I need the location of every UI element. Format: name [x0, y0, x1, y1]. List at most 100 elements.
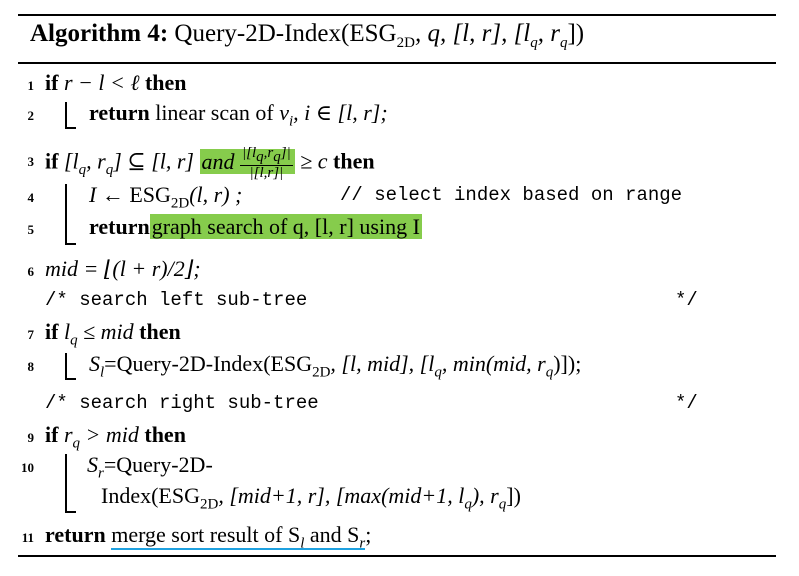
- range-fraction: |[lq,rq]| |[l ,r ]|: [240, 146, 293, 181]
- caption-params-end: ]): [567, 20, 585, 47]
- line-number: 3: [27, 154, 35, 169]
- call-start: =Query-2D-: [103, 452, 213, 477]
- num-part: |[l: [242, 145, 257, 161]
- line-9-text: if rq > mid then: [45, 422, 186, 452]
- num-end: ]|: [280, 145, 291, 161]
- call-q-sub: q: [464, 496, 472, 513]
- line-number: 1: [27, 78, 35, 93]
- kw-then: then: [144, 70, 187, 95]
- line-11-text: return merge sort result of Sl and Sr;: [45, 522, 371, 552]
- highlight-graph-search: graph search of q, [l, r] using I: [149, 214, 422, 239]
- call-args: , [l, mid], [l: [330, 351, 435, 376]
- comment-close: */: [675, 289, 698, 311]
- line-number: 7: [27, 327, 35, 342]
- line-8-text: Sl=Query-2D-Index(ESG2D, [l, mid], [lq, …: [89, 351, 581, 381]
- comment-left-subtree: /* search left sub-tree: [45, 289, 308, 311]
- line-2-body: linear scan of: [155, 100, 280, 125]
- fraction-numerator: |[lq,rq]|: [240, 146, 293, 166]
- line-number: 4: [27, 190, 35, 205]
- block-bar: [65, 353, 67, 379]
- kw-return: return: [89, 214, 150, 239]
- cond-r-sub: q: [72, 435, 81, 452]
- line-7-text: if lq ≤ mid then: [45, 319, 181, 349]
- kw-return: return: [89, 100, 150, 125]
- call-end: ]): [506, 483, 521, 508]
- line-6-text: mid = ⌊(l + r)/2⌋;: [45, 256, 201, 281]
- call-min: , min(mid, r: [441, 351, 546, 376]
- line-10-text-b: Index(ESG2D, [mid+1, r], [max(mid+1, lq)…: [101, 483, 521, 513]
- comment-right-subtree: /* search right sub-tree: [45, 392, 319, 414]
- cond-subset: ] ⊆ [l, r]: [113, 148, 194, 174]
- cond-l-sub: q: [70, 332, 78, 349]
- line-number: 9: [27, 430, 35, 445]
- line-10-text-a: Sr=Query-2D-: [87, 452, 213, 482]
- cond-r: r: [63, 422, 73, 447]
- line-number: 8: [27, 359, 35, 374]
- call-mid: ), r: [471, 483, 499, 508]
- line-number: 6: [27, 264, 35, 279]
- algorithm-box: Algorithm 4: Query-2D-Index(ESG2D, q, [l…: [18, 14, 776, 559]
- caption-sub2: q: [530, 35, 538, 51]
- line-number: 10: [21, 460, 34, 475]
- bottom-rule: [18, 555, 776, 557]
- underlined-merge-sort: merge sort result of Sl and Sr: [111, 522, 366, 551]
- block-bar: [65, 184, 67, 244]
- line-4-text: I ← ESG2D(l, r) ;: [89, 182, 242, 212]
- line-number: 5: [27, 222, 35, 237]
- num-sub2: q: [273, 149, 281, 165]
- kw-and: and: [201, 148, 235, 174]
- algorithm-caption: Algorithm 4: Query-2D-Index(ESG2D, q, [l…: [30, 20, 584, 52]
- line-3-text: if [l q , r q ] ⊆ [l, r] and |[lq,rq]| |[l ,r]…: [45, 146, 375, 181]
- cond-part: [l: [63, 148, 79, 174]
- kw-if: if: [45, 70, 59, 95]
- algorithm-name: Query-2D-Index: [174, 20, 342, 47]
- call-args: , [mid+1, r], [max(mid+1, l: [218, 483, 465, 508]
- comment-close: */: [675, 392, 698, 414]
- condition: r − l < ℓ: [63, 70, 140, 95]
- num-part2: ,r: [263, 145, 274, 161]
- var-v: v: [279, 100, 289, 125]
- kw-then: then: [139, 319, 181, 344]
- caption-params-rest: , q, [l, r], [l: [414, 20, 531, 47]
- call-end: )]);: [553, 351, 582, 376]
- caption-sub: 2D: [396, 35, 415, 51]
- assign: ← ESG: [96, 182, 171, 207]
- line-number: 11: [21, 530, 34, 545]
- cond-rest: > mid: [80, 422, 139, 447]
- call-q-sub: q: [434, 364, 442, 381]
- cond-ge: ≥ c: [294, 148, 328, 174]
- caption-params-rest2: , r: [537, 20, 560, 47]
- caption-params: (ESG: [341, 20, 397, 47]
- algorithm-label: Algorithm 4:: [30, 20, 169, 47]
- merge-end: ;: [365, 522, 372, 547]
- kw-return: return: [45, 522, 106, 547]
- call-sub: 2D: [199, 496, 219, 513]
- cond-part2: , r: [86, 148, 106, 174]
- line-2-text: return linear scan of vi, i ∈ [l, r];: [89, 100, 388, 130]
- block-bar: [65, 102, 67, 128]
- block-tick: [65, 243, 76, 245]
- block-bar: [65, 454, 67, 512]
- kw-if: if: [45, 148, 59, 174]
- kw-if: if: [45, 319, 59, 344]
- call-cont: Index(ESG: [101, 483, 200, 508]
- block-tick: [65, 378, 76, 380]
- var-S: S: [89, 351, 100, 376]
- merge-and: and S: [304, 522, 360, 547]
- highlight-range-ratio: and |[lq,rq]| |[l ,r ]|: [199, 146, 295, 181]
- assign-sub: 2D: [170, 195, 190, 212]
- kw-if: if: [45, 422, 59, 447]
- num-sub: q: [256, 149, 264, 165]
- line-1-text: if r − l < ℓ then: [45, 70, 187, 96]
- caption-rule: [18, 62, 776, 64]
- line-number: 2: [27, 108, 35, 123]
- top-rule: [18, 14, 776, 16]
- assign-args: (l, r) ;: [189, 182, 243, 207]
- var-S: S: [87, 452, 98, 477]
- call-sub: 2D: [312, 364, 331, 381]
- block-tick: [65, 511, 76, 513]
- line-5-text: returngraph search of q, [l, r] using I: [89, 214, 422, 240]
- kw-then: then: [144, 422, 186, 447]
- call: =Query-2D-Index(ESG: [104, 351, 313, 376]
- block-tick: [65, 127, 76, 129]
